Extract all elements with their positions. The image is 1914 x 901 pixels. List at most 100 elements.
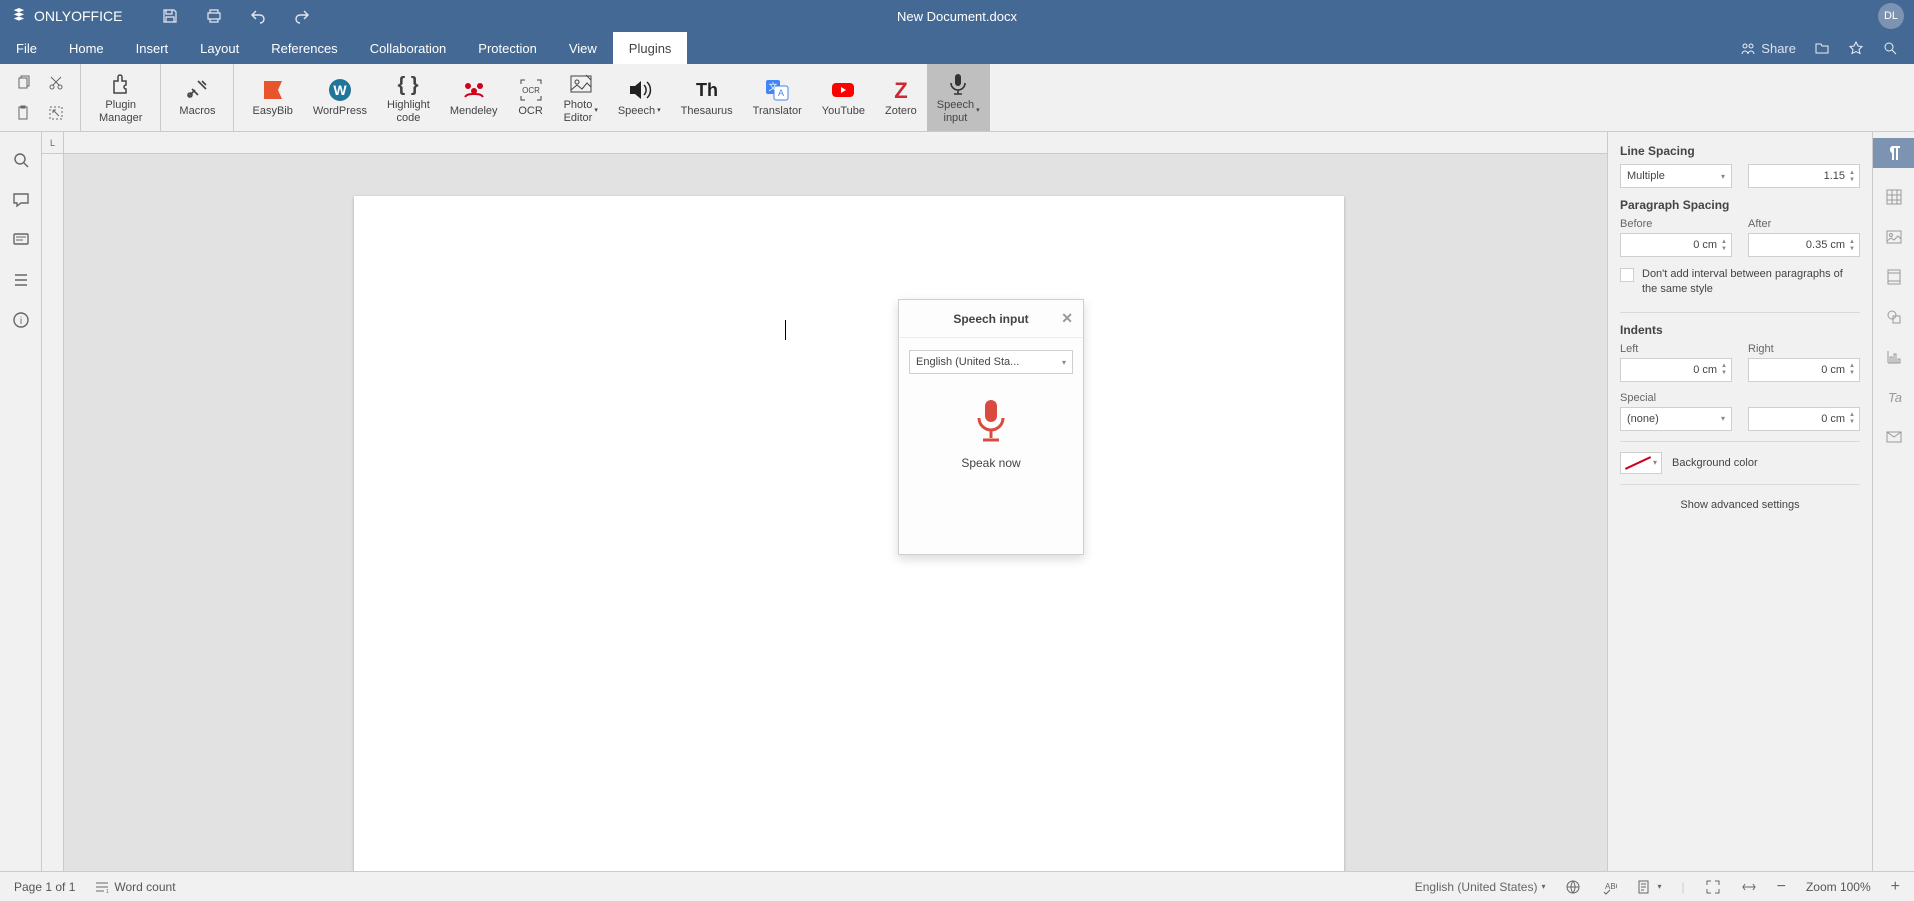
spellcheck-icon[interactable]: ABC	[1601, 879, 1617, 895]
menu-bar: File Home Insert Layout References Colla…	[0, 32, 1914, 64]
speech-icon	[626, 77, 652, 103]
tab-file[interactable]: File	[0, 32, 53, 64]
plugin-easybib[interactable]: EasyBib	[242, 64, 302, 131]
youtube-icon	[830, 77, 856, 103]
image-tab-icon[interactable]	[1883, 226, 1905, 248]
plugin-highlight-code[interactable]: { } Highlight code	[377, 64, 440, 131]
speech-input-dialog: Speech input ✕ English (United Sta... ▾ …	[898, 299, 1084, 555]
fit-page-icon[interactable]	[1705, 879, 1721, 895]
special-indent-value[interactable]: 0 cm▲▼	[1748, 407, 1860, 431]
page-indicator[interactable]: Page 1 of 1	[14, 880, 75, 894]
header-footer-tab-icon[interactable]	[1883, 266, 1905, 288]
document-page[interactable]	[354, 196, 1344, 871]
line-spacing-mode[interactable]: Multiple▾	[1620, 164, 1732, 188]
fit-width-icon[interactable]	[1741, 879, 1757, 895]
svg-text:Ta: Ta	[1888, 390, 1902, 405]
close-icon[interactable]: ✕	[1061, 310, 1073, 327]
language-select[interactable]: English (United Sta... ▾	[909, 350, 1073, 374]
tab-plugins[interactable]: Plugins	[613, 32, 688, 64]
tab-protection[interactable]: Protection	[462, 32, 553, 64]
line-spacing-value[interactable]: 1.15▲▼	[1748, 164, 1860, 188]
word-count-button[interactable]: 123Word count	[95, 880, 175, 894]
paragraph-tab-icon[interactable]	[1873, 138, 1914, 168]
mailmerge-tab-icon[interactable]	[1883, 426, 1905, 448]
zotero-icon: Z	[888, 77, 914, 103]
paste-icon[interactable]	[12, 101, 36, 125]
doc-language[interactable]: English (United States) ▾	[1415, 880, 1546, 894]
table-tab-icon[interactable]	[1883, 186, 1905, 208]
plugin-macros[interactable]: Macros	[169, 64, 225, 131]
plugin-wordpress[interactable]: W WordPress	[303, 64, 377, 131]
chart-tab-icon[interactable]	[1883, 346, 1905, 368]
left-sidebar: i	[0, 132, 42, 871]
para-spacing-title: Paragraph Spacing	[1620, 198, 1860, 212]
no-interval-checkbox[interactable]: Don't add interval between paragraphs of…	[1620, 267, 1860, 298]
thesaurus-icon: Th	[694, 77, 720, 103]
title-bar: ONLYOFFICE New Document.docx DL	[0, 0, 1914, 32]
microphone-icon[interactable]	[971, 398, 1011, 444]
highlight-code-icon: { }	[395, 71, 421, 97]
shape-tab-icon[interactable]	[1883, 306, 1905, 328]
share-button[interactable]: Share	[1740, 40, 1796, 56]
text-cursor	[785, 320, 786, 340]
page-area[interactable]: Speech input ✕ English (United Sta... ▾ …	[64, 154, 1607, 871]
feedback-icon[interactable]: i	[11, 310, 31, 330]
find-icon[interactable]	[11, 150, 31, 170]
tab-home[interactable]: Home	[53, 32, 120, 64]
plugin-youtube[interactable]: YouTube	[812, 64, 875, 131]
plugin-translator[interactable]: 文A Translator	[743, 64, 812, 131]
chevron-down-icon: ▾	[1062, 358, 1066, 367]
zoom-out-icon[interactable]: −	[1777, 878, 1786, 896]
save-icon[interactable]	[162, 8, 178, 24]
zoom-in-icon[interactable]: +	[1891, 878, 1900, 896]
svg-text:ABC: ABC	[1605, 882, 1617, 891]
textart-tab-icon[interactable]: Ta	[1883, 386, 1905, 408]
horizontal-ruler[interactable]	[64, 132, 1607, 154]
tab-layout[interactable]: Layout	[184, 32, 255, 64]
tab-insert[interactable]: Insert	[120, 32, 185, 64]
user-avatar[interactable]: DL	[1878, 3, 1904, 29]
redo-icon[interactable]	[294, 8, 310, 24]
plugin-zotero[interactable]: Z Zotero	[875, 64, 927, 131]
track-changes-icon[interactable]: ▾	[1637, 879, 1661, 895]
open-location-icon[interactable]	[1814, 40, 1830, 56]
paragraph-settings-panel: Line Spacing Multiple▾ 1.15▲▼ Paragraph …	[1607, 132, 1872, 871]
easybib-icon	[260, 77, 286, 103]
copy-icon[interactable]	[12, 71, 36, 95]
speak-now-label: Speak now	[961, 456, 1020, 470]
wordpress-icon: W	[327, 77, 353, 103]
plugin-manager-icon	[108, 71, 134, 97]
comments-icon[interactable]	[11, 190, 31, 210]
show-advanced-settings[interactable]: Show advanced settings	[1620, 499, 1860, 511]
print-icon[interactable]	[206, 8, 222, 24]
editor-canvas: L Speech input ✕ English (United Sta... …	[42, 132, 1607, 871]
cut-icon[interactable]	[44, 71, 68, 95]
plugin-photo-editor[interactable]: Photo Editor▾	[554, 64, 608, 131]
vertical-ruler[interactable]	[42, 154, 64, 871]
navigation-icon[interactable]	[11, 270, 31, 290]
bg-color-picker[interactable]: ▾	[1620, 452, 1662, 474]
plugin-speech[interactable]: Speech▾	[608, 64, 671, 131]
plugin-ocr[interactable]: OCR OCR	[508, 64, 554, 131]
chat-icon[interactable]	[11, 230, 31, 250]
tab-view[interactable]: View	[553, 32, 613, 64]
tab-references[interactable]: References	[255, 32, 353, 64]
zoom-level[interactable]: Zoom 100%	[1806, 880, 1871, 894]
spacing-before[interactable]: 0 cm▲▼	[1620, 233, 1732, 257]
indent-left[interactable]: 0 cm▲▼	[1620, 358, 1732, 382]
plugin-mendeley[interactable]: Mendeley	[440, 64, 508, 131]
favorite-icon[interactable]	[1848, 40, 1864, 56]
status-bar: Page 1 of 1 123Word count English (Unite…	[0, 871, 1914, 901]
plugin-speech-input[interactable]: Speech input▾	[927, 64, 990, 131]
indent-right[interactable]: 0 cm▲▼	[1748, 358, 1860, 382]
set-doc-language-icon[interactable]	[1565, 879, 1581, 895]
tab-collaboration[interactable]: Collaboration	[354, 32, 463, 64]
svg-text:W: W	[333, 82, 347, 98]
plugin-manager-button[interactable]: Plugin Manager	[89, 64, 152, 131]
select-all-icon[interactable]	[44, 101, 68, 125]
search-icon[interactable]	[1882, 40, 1898, 56]
spacing-after[interactable]: 0.35 cm▲▼	[1748, 233, 1860, 257]
special-indent-mode[interactable]: (none)▾	[1620, 407, 1732, 431]
undo-icon[interactable]	[250, 8, 266, 24]
plugin-thesaurus[interactable]: Th Thesaurus	[671, 64, 743, 131]
